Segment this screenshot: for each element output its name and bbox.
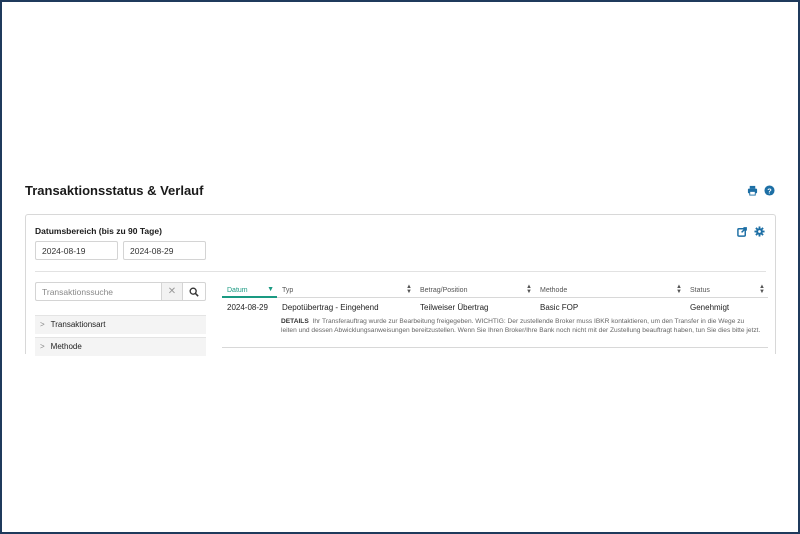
- export-icon[interactable]: [737, 226, 748, 237]
- date-range-label: Datumsbereich (bis zu 90 Tage): [35, 226, 162, 236]
- table-header: Datum ▼ Typ ▲ ▼ Betrag/Position ▲ ▼ Method…: [222, 283, 768, 298]
- filter-transaction-type[interactable]: > Transaktionsart: [35, 315, 206, 334]
- filter-method[interactable]: > Methode: [35, 337, 206, 356]
- details-text: Ihr Transferauftrag wurde zur Bearbeitun…: [281, 318, 761, 334]
- column-header-amount[interactable]: Betrag/Position ▲ ▼: [415, 283, 535, 298]
- sort-desc-icon: ▼: [267, 286, 274, 293]
- date-from-input[interactable]: 2024-08-19: [35, 241, 118, 260]
- chevron-right-icon: >: [40, 342, 45, 351]
- filter-label: Transaktionsart: [50, 320, 106, 329]
- transactions-panel: Datumsbereich (bis zu 90 Tage) 2024-08-1…: [25, 214, 776, 356]
- column-header-date[interactable]: Datum ▼: [222, 283, 277, 298]
- sort-icon: ▲ ▼: [526, 284, 532, 295]
- cell-amount: Teilweiser Übertrag: [420, 303, 489, 312]
- panel-actions: [737, 226, 765, 237]
- panel-divider: [35, 271, 766, 272]
- cell-date: 2024-08-29: [227, 303, 268, 312]
- search-button[interactable]: [183, 282, 206, 301]
- column-header-type[interactable]: Typ ▲ ▼: [277, 283, 415, 298]
- column-header-method[interactable]: Methode ▲ ▼: [535, 283, 685, 298]
- details-label: DETAILS: [281, 318, 309, 325]
- table-row[interactable]: 2024-08-29 Depotübertrag - Eingehend Tei…: [222, 298, 768, 348]
- column-header-status[interactable]: Status ▲ ▼: [685, 283, 768, 298]
- cell-type: Depotübertrag - Eingehend: [282, 303, 379, 312]
- sort-icon: ▲ ▼: [406, 284, 412, 295]
- search-icon: [189, 287, 199, 297]
- close-icon: ✕: [167, 286, 177, 297]
- transactions-table: Datum ▼ Typ ▲ ▼ Betrag/Position ▲ ▼ Method…: [222, 283, 768, 348]
- page-title: Transaktionsstatus & Verlauf: [25, 183, 204, 198]
- clear-search-button[interactable]: ✕: [161, 282, 183, 301]
- sort-icon: ▲ ▼: [759, 284, 765, 295]
- svg-text:?: ?: [767, 186, 772, 195]
- sort-icon: ▲ ▼: [676, 284, 682, 295]
- cell-status: Genehmigt: [690, 303, 730, 312]
- header-actions: ?: [747, 185, 775, 196]
- date-to-input[interactable]: 2024-08-29: [123, 241, 206, 260]
- row-details: DETAILS Ihr Transferauftrag wurde zur Be…: [281, 317, 761, 335]
- help-icon[interactable]: ?: [764, 185, 775, 196]
- chevron-right-icon: >: [40, 320, 45, 329]
- cell-method: Basic FOP: [540, 303, 579, 312]
- settings-icon[interactable]: [754, 226, 765, 237]
- print-icon[interactable]: [747, 185, 758, 196]
- transaction-search-input[interactable]: Transaktionssuche: [35, 282, 161, 301]
- filter-label: Methode: [50, 342, 82, 351]
